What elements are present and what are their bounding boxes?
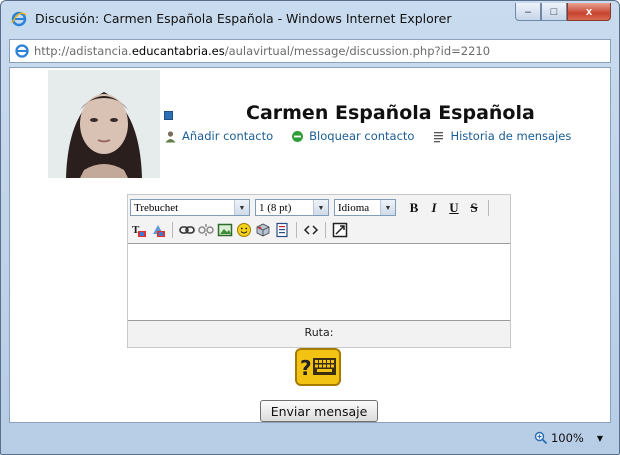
zoom-magnifier-icon bbox=[534, 431, 548, 445]
zoom-control[interactable]: 100% ▼ bbox=[534, 431, 603, 445]
insert-table-button[interactable] bbox=[273, 221, 291, 239]
background-color-button[interactable] bbox=[149, 221, 167, 239]
chevron-down-icon: ▼ bbox=[234, 200, 249, 215]
online-status-icon bbox=[164, 111, 173, 120]
special-character-button[interactable] bbox=[254, 221, 272, 239]
unlink-icon bbox=[198, 224, 214, 236]
contact-name: Carmen Española Española bbox=[246, 102, 535, 124]
block-contact-label: Bloquear contacto bbox=[309, 129, 415, 143]
page-content: Carmen Española Española Añadir contacto… bbox=[9, 67, 611, 423]
insert-image-button[interactable] bbox=[216, 221, 234, 239]
toolbar-row-formatting: Trebuchet ▼ 1 (8 pt) ▼ Idioma ▼ B I U S bbox=[130, 199, 493, 216]
font-size-value: 1 (8 pt) bbox=[259, 201, 292, 214]
user-photo-image bbox=[48, 70, 160, 178]
editor-toolbar: Trebuchet ▼ 1 (8 pt) ▼ Idioma ▼ B I U S … bbox=[128, 195, 510, 243]
font-family-select[interactable]: Trebuchet ▼ bbox=[130, 199, 250, 216]
contact-actions: Añadir contacto Bloquear contacto Histor… bbox=[164, 129, 571, 143]
url-prefix: http://adistancia. bbox=[34, 44, 132, 58]
strikethrough-button[interactable]: S bbox=[464, 200, 484, 216]
url-domain: educantabria.es bbox=[131, 44, 225, 58]
toolbar-divider bbox=[488, 199, 489, 216]
fullscreen-icon bbox=[332, 222, 348, 238]
message-editor: Trebuchet ▼ 1 (8 pt) ▼ Idioma ▼ B I U S … bbox=[127, 194, 511, 348]
document-table-icon bbox=[276, 222, 288, 238]
toolbar-divider bbox=[296, 222, 297, 238]
toolbar-row-insert: T bbox=[130, 221, 349, 239]
special-character-icon bbox=[256, 223, 270, 237]
text-color-button[interactable]: T bbox=[130, 221, 148, 239]
add-contact-link[interactable]: Añadir contacto bbox=[164, 129, 273, 143]
remove-link-button[interactable] bbox=[197, 221, 215, 239]
html-source-button[interactable] bbox=[302, 221, 320, 239]
chevron-down-icon: ▼ bbox=[380, 200, 395, 215]
toolbar-divider bbox=[325, 222, 326, 238]
editor-path-bar: Ruta: bbox=[304, 326, 334, 339]
chevron-down-icon[interactable]: ▼ bbox=[597, 434, 603, 443]
message-history-link[interactable]: Historia de mensajes bbox=[432, 129, 571, 143]
url-suffix: /aulavirtual/message/discussion.php?id=2… bbox=[224, 44, 491, 58]
font-size-select[interactable]: 1 (8 pt) ▼ bbox=[255, 199, 329, 216]
address-bar[interactable]: http://adistancia.educantabria.es/aulavi… bbox=[9, 39, 611, 63]
insert-link-button[interactable] bbox=[178, 221, 196, 239]
smiley-icon bbox=[237, 223, 251, 237]
window-controls: – □ x bbox=[515, 3, 611, 21]
user-photo bbox=[48, 70, 160, 178]
language-value: Idioma bbox=[338, 201, 370, 214]
title-bar[interactable]: Discusión: Carmen Española Española - Wi… bbox=[1, 1, 619, 37]
chevron-down-icon: ▼ bbox=[313, 200, 328, 215]
image-icon bbox=[217, 223, 233, 237]
message-history-label: Historia de mensajes bbox=[450, 129, 572, 143]
link-icon bbox=[179, 226, 195, 234]
history-list-icon bbox=[434, 131, 444, 142]
internet-explorer-icon bbox=[11, 11, 27, 27]
language-select[interactable]: Idioma ▼ bbox=[334, 199, 396, 216]
fullscreen-button[interactable] bbox=[331, 221, 349, 239]
message-textarea[interactable] bbox=[128, 243, 510, 321]
text-color-icon: T bbox=[132, 224, 146, 237]
send-message-button[interactable]: Enviar mensaje bbox=[260, 400, 378, 422]
keyboard-help-icon-graphic: ? bbox=[300, 356, 336, 380]
font-family-value: Trebuchet bbox=[134, 201, 179, 214]
block-contact-link[interactable]: Bloquear contacto bbox=[291, 129, 414, 143]
zoom-level: 100% bbox=[550, 431, 584, 445]
add-contact-label: Añadir contacto bbox=[182, 129, 274, 143]
block-icon bbox=[292, 130, 304, 142]
page-icon bbox=[15, 44, 29, 58]
maximize-button[interactable]: □ bbox=[541, 3, 567, 21]
minimize-button[interactable]: – bbox=[515, 3, 541, 21]
person-icon bbox=[165, 130, 176, 142]
status-bar: 100% ▼ bbox=[9, 425, 611, 451]
underline-button[interactable]: U bbox=[444, 200, 464, 216]
close-button[interactable]: x bbox=[567, 3, 611, 21]
keyboard-help-icon[interactable]: ? bbox=[295, 348, 341, 386]
code-icon bbox=[303, 225, 319, 235]
svg-text:?: ? bbox=[300, 356, 312, 380]
background-color-icon bbox=[153, 225, 165, 237]
bold-button[interactable]: B bbox=[404, 200, 424, 216]
window-title: Discusión: Carmen Española Española - Wi… bbox=[35, 11, 452, 26]
insert-smiley-button[interactable] bbox=[235, 221, 253, 239]
url-text[interactable]: http://adistancia.educantabria.es/aulavi… bbox=[34, 44, 490, 58]
toolbar-divider bbox=[172, 222, 173, 238]
italic-button[interactable]: I bbox=[424, 200, 444, 216]
browser-window: Discusión: Carmen Española Española - Wi… bbox=[0, 0, 620, 455]
